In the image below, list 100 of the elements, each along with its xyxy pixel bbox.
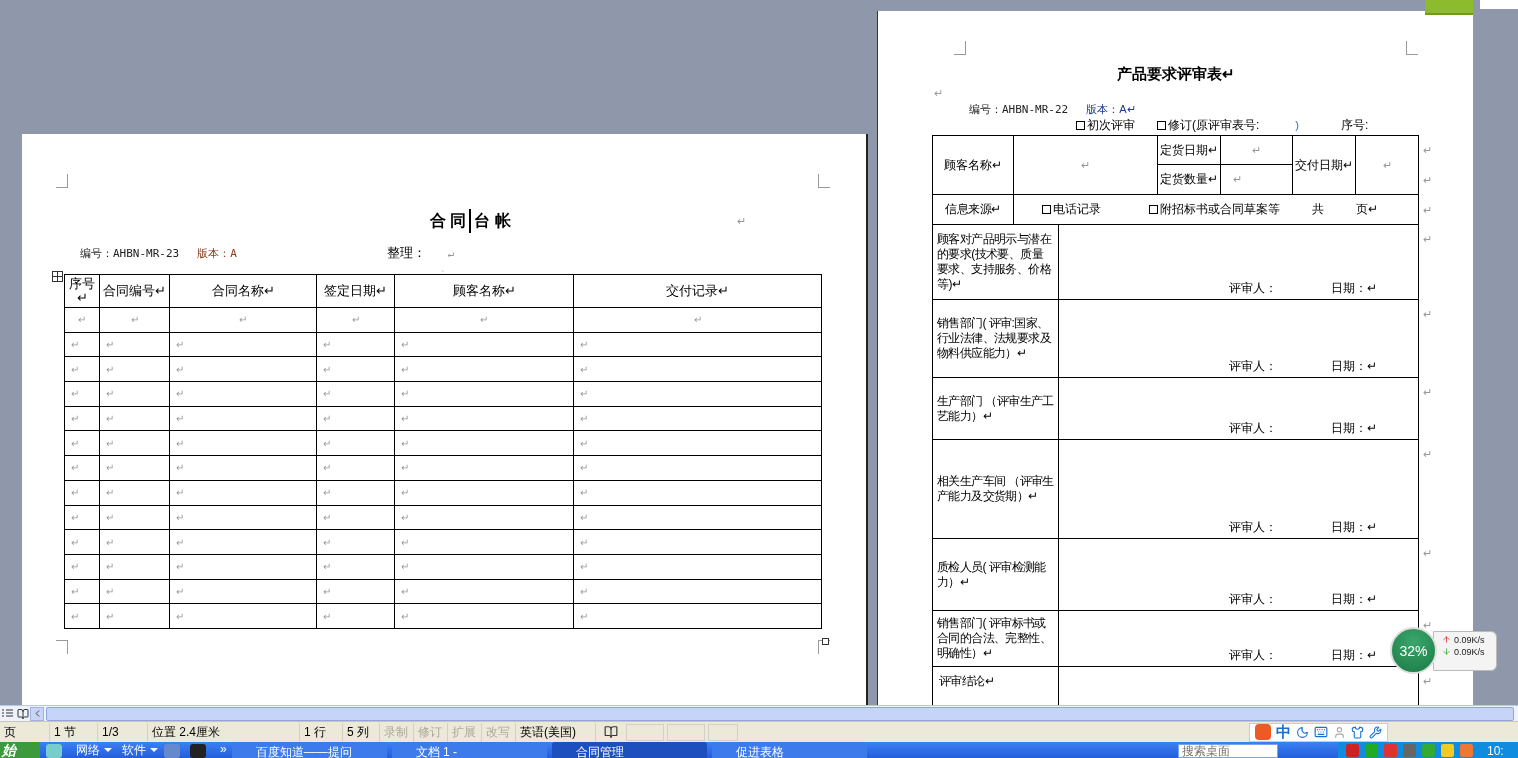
checkbox-label: 附招标书或合同草案等 bbox=[1160, 201, 1280, 218]
more-button[interactable]: » bbox=[220, 742, 227, 756]
table-cell: ↵ bbox=[394, 406, 574, 431]
table-cell: ↵ bbox=[64, 603, 100, 629]
table-cell: ↵ bbox=[99, 529, 170, 555]
table-cell: ↵ bbox=[64, 332, 100, 357]
table-cell: ↵ bbox=[394, 529, 574, 555]
status-item: 位置 2.4厘米 bbox=[148, 722, 300, 742]
table-cell: ↵ bbox=[169, 505, 317, 530]
field-label: 信息来源↵ bbox=[933, 195, 1014, 224]
table-cell: ↵ bbox=[394, 554, 574, 580]
table-cell: ↵ bbox=[316, 455, 395, 481]
user-icon[interactable] bbox=[1333, 725, 1346, 739]
quick-launch-icon[interactable] bbox=[190, 744, 206, 758]
table-cell: ↵ bbox=[573, 480, 822, 505]
reviewer-label: 评审人： bbox=[1229, 420, 1278, 437]
field-value: ↵ bbox=[1221, 165, 1293, 194]
status-pane bbox=[708, 723, 738, 741]
checkbox-label: 修订(原评审表号: bbox=[1168, 116, 1260, 134]
table-cell: ↵ bbox=[169, 529, 317, 555]
table-cell: ↵ bbox=[394, 356, 574, 382]
table-cell: ↵ bbox=[169, 603, 317, 629]
table-cell: ↵ bbox=[64, 406, 100, 431]
taskbar-button[interactable]: 百度知道——提问 bbox=[231, 742, 387, 758]
field-label: 交付日期↵ bbox=[1293, 136, 1356, 194]
checkbox[interactable] bbox=[1149, 205, 1158, 214]
table-cell: ↵ bbox=[64, 529, 100, 555]
checkbox[interactable] bbox=[1042, 205, 1051, 214]
keyboard-icon[interactable] bbox=[1314, 725, 1328, 739]
table-cell: ↵ bbox=[316, 356, 395, 382]
version-label: 版本：A bbox=[197, 245, 237, 261]
toolbar-menu[interactable]: 网络 bbox=[76, 742, 100, 758]
reading-view-icon[interactable] bbox=[15, 706, 30, 721]
status-item: 扩展 bbox=[448, 722, 482, 742]
paragraph-mark: ↵ bbox=[1423, 143, 1433, 157]
pages-label: 页↵ bbox=[1356, 201, 1378, 218]
column-header: 合同编号↵ bbox=[99, 274, 170, 308]
form-code: 编号：AHBN-MR-22 bbox=[969, 101, 1069, 117]
moon-icon[interactable] bbox=[1296, 725, 1309, 739]
table-cell: ↵ bbox=[573, 603, 822, 629]
table-cell: ↵ bbox=[169, 406, 317, 431]
scrollbar-thumb[interactable] bbox=[46, 706, 1514, 721]
status-item: 英语(美国) bbox=[516, 722, 596, 742]
table-cell: ↵ bbox=[573, 381, 822, 407]
ime-mode[interactable]: 中 bbox=[1276, 722, 1291, 742]
paragraph-mark: ↵ bbox=[1423, 308, 1433, 321]
status-item: 1 行 bbox=[300, 722, 343, 742]
status-pane bbox=[667, 723, 705, 741]
table-cell: ↵ bbox=[64, 307, 100, 333]
date-label: 日期：↵ bbox=[1331, 358, 1377, 375]
table-move-handle[interactable] bbox=[52, 271, 63, 282]
paragraph-mark: ↵ bbox=[1423, 675, 1433, 688]
search-field[interactable]: 搜索桌面 bbox=[1178, 744, 1278, 758]
document-title: 合 同 bbox=[430, 210, 467, 231]
table-cell: ↵ bbox=[573, 579, 822, 604]
clock: 10: bbox=[1487, 744, 1504, 758]
reviewer-label: 评审人： bbox=[1229, 647, 1278, 664]
organizer-label: 整理： bbox=[386, 244, 426, 262]
table-cell: ↵ bbox=[99, 505, 170, 530]
checkbox[interactable] bbox=[1157, 120, 1166, 130]
taskbar-button[interactable]: 促进表格 bbox=[711, 742, 867, 758]
table-cell: ↵ bbox=[573, 430, 822, 456]
table-cell: ↵ bbox=[316, 430, 395, 456]
reviewer-label: 评审人： bbox=[1229, 519, 1278, 536]
table-cell: ↵ bbox=[169, 356, 317, 382]
taskbar-button[interactable]: 文档 1 - bbox=[391, 742, 547, 758]
start-button[interactable]: 始 bbox=[0, 742, 40, 758]
table-cell: ↵ bbox=[64, 579, 100, 604]
toolbar-menu[interactable]: 软件 bbox=[122, 742, 146, 758]
table-cell: ↵ bbox=[394, 505, 574, 530]
column-header: 签定日期↵ bbox=[316, 274, 395, 308]
column-header: 序号↵ bbox=[64, 274, 100, 308]
table-cell: ↵ bbox=[169, 455, 317, 481]
field-label: 定货日期↵ bbox=[1158, 136, 1221, 165]
table-resize-handle[interactable] bbox=[822, 638, 829, 645]
reviewer-label: 评审人： bbox=[1229, 280, 1278, 297]
paragraph-mark: ↵ bbox=[736, 214, 746, 228]
tray-icon[interactable] bbox=[1441, 744, 1454, 757]
table-cell: ↵ bbox=[169, 381, 317, 407]
shirt-icon[interactable] bbox=[1351, 725, 1364, 739]
download-arrow-icon bbox=[1442, 647, 1451, 656]
table-cell: ↵ bbox=[573, 406, 822, 431]
table-cell: ↵ bbox=[64, 455, 100, 481]
taskbar-button[interactable]: 合同管理 bbox=[551, 742, 707, 758]
table-cell: ↵ bbox=[169, 332, 317, 357]
checkbox[interactable] bbox=[1076, 120, 1085, 130]
status-item: 1/3 bbox=[98, 722, 148, 742]
table-cell: ↵ bbox=[99, 455, 170, 481]
text-cursor bbox=[469, 209, 472, 233]
table-cell: ↵ bbox=[99, 356, 170, 382]
table-cell: ↵ bbox=[99, 332, 170, 357]
table-cell: ↵ bbox=[99, 480, 170, 505]
paragraph-mark: ↵ bbox=[1423, 173, 1433, 187]
table-cell: ↵ bbox=[169, 480, 317, 505]
crop-mark bbox=[56, 174, 68, 188]
settings-icon[interactable] bbox=[1369, 725, 1382, 739]
crop-mark bbox=[818, 174, 830, 188]
table-cell: ↵ bbox=[99, 381, 170, 407]
total-label: 共 bbox=[1312, 201, 1324, 218]
table-cell: ↵ bbox=[169, 579, 317, 604]
